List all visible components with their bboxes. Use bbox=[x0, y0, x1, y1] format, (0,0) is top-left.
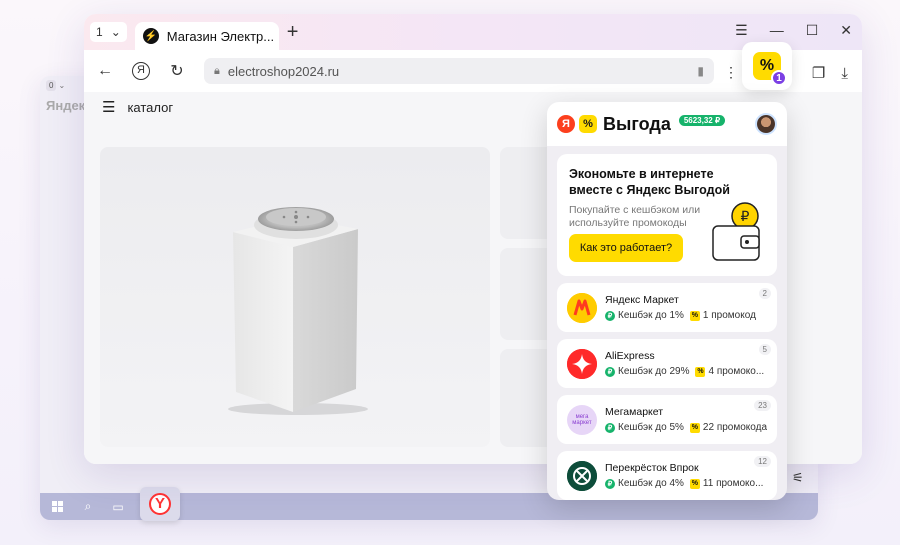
tab-counter-button[interactable]: 1 ⌄ bbox=[90, 22, 127, 42]
count-badge: 5 bbox=[758, 344, 771, 355]
avatar[interactable] bbox=[755, 113, 777, 135]
notification-badge: 1 bbox=[771, 70, 787, 86]
how-it-works-button[interactable]: Как это работает? bbox=[569, 234, 683, 262]
collections-icon[interactable]: ❐ bbox=[812, 64, 825, 82]
settings-sliders-icon[interactable]: ⚟ bbox=[792, 470, 804, 486]
more-vertical-icon[interactable]: ⋮ bbox=[724, 64, 738, 81]
megamarket-logo-icon: мега маркет bbox=[567, 404, 597, 435]
cashback-text: Кешбэк до 29% bbox=[618, 366, 690, 377]
search-icon[interactable]: ⌕ bbox=[80, 499, 96, 515]
balance-badge: 5623,32 ₽ bbox=[678, 114, 726, 126]
promo-code-icon: % bbox=[689, 478, 700, 489]
cashback-icon: ₽ bbox=[605, 422, 615, 433]
promo-card: Экономьте в интернете вместе с Яндекс Вы… bbox=[557, 154, 777, 276]
cashback-text: Кешбэк до 1% bbox=[618, 310, 684, 321]
minimize-icon[interactable]: — bbox=[770, 22, 784, 39]
window-controls: ☰ — ☐ ✕ bbox=[735, 22, 852, 39]
vygoda-percent-icon: % bbox=[579, 115, 597, 133]
new-tab-button[interactable]: + bbox=[287, 21, 299, 44]
vygoda-logo-icon: % 1 bbox=[753, 52, 787, 86]
cashback-text: Кешбэк до 5% bbox=[618, 422, 684, 433]
catalog-menu[interactable]: ☰ каталог bbox=[102, 98, 173, 116]
shop-name: Перекрёсток Впрок bbox=[605, 462, 699, 474]
perekrestok-logo-icon bbox=[567, 460, 597, 491]
toolbar-icons: ❐ ⤓ bbox=[812, 64, 848, 83]
reload-icon[interactable]: ↻ bbox=[168, 61, 186, 81]
tab-title: Магазин Электр... bbox=[166, 28, 275, 44]
background-tab-counter[interactable]: 0 ⌄ bbox=[46, 80, 65, 91]
promo-code-icon: % bbox=[689, 422, 700, 433]
menu-icon[interactable]: ☰ bbox=[735, 22, 748, 39]
shop-name: Мегамаркет bbox=[605, 406, 664, 418]
shop-name: Яндекс Маркет bbox=[605, 294, 679, 306]
product-image-card[interactable] bbox=[100, 147, 490, 447]
maximize-icon[interactable]: ☐ bbox=[806, 22, 819, 39]
svg-text:₽: ₽ bbox=[741, 208, 750, 224]
background-tab-count: 0 bbox=[46, 80, 57, 91]
cashback-icon: ₽ bbox=[605, 478, 615, 489]
smart-speaker-image bbox=[228, 207, 368, 415]
chevron-down-icon: ⌄ bbox=[58, 81, 66, 90]
promo-text: 22 промокода bbox=[702, 422, 767, 433]
yandex-market-logo-icon bbox=[567, 292, 597, 323]
hamburger-icon: ☰ bbox=[102, 99, 116, 116]
cashback-icon: ₽ bbox=[605, 366, 615, 377]
aliexpress-logo-icon bbox=[567, 348, 597, 379]
promo-text: 11 промоко... bbox=[702, 478, 764, 489]
popup-header: Я % Выгода 5623,32 ₽ bbox=[547, 102, 787, 146]
bookmark-icon[interactable]: ▮ bbox=[697, 64, 704, 78]
url-text: electroshop2024.ru bbox=[227, 63, 340, 79]
shop-name: AliExpress bbox=[605, 350, 655, 362]
cashback-icon: ₽ bbox=[605, 310, 615, 321]
tab-count: 1 bbox=[96, 25, 103, 39]
cashback-text: Кешбэк до 4% bbox=[618, 478, 684, 489]
close-window-icon[interactable]: ✕ bbox=[840, 22, 852, 39]
lightning-icon: ⚡ bbox=[142, 28, 159, 44]
url-field[interactable]: 🔒︎ electroshop2024.ru ▮ bbox=[204, 58, 714, 84]
promo-headline: Экономьте в интернете вместе с Яндекс Вы… bbox=[569, 167, 730, 197]
popup-title: Выгода bbox=[603, 113, 671, 134]
chevron-down-icon: ⌄ bbox=[110, 25, 121, 39]
count-badge: 12 bbox=[754, 456, 771, 467]
shop-card-yandex-market[interactable]: Яндекс Маркет ₽ Кешбэк до 1% % 1 промокод … bbox=[557, 283, 777, 332]
promo-code-icon: % bbox=[695, 366, 706, 377]
count-badge: 23 bbox=[754, 400, 771, 411]
back-arrow-icon[interactable]: ← bbox=[96, 62, 114, 80]
shop-card-megamarket[interactable]: мега маркет Мегамаркет ₽ Кешбэк до 5% % 22… bbox=[557, 395, 777, 444]
count-badge: 2 bbox=[758, 288, 771, 299]
promo-text: 4 промоко... bbox=[708, 366, 765, 377]
yandex-browser-taskbar-button[interactable]: Y bbox=[140, 486, 180, 521]
download-icon[interactable]: ⤓ bbox=[841, 65, 848, 82]
promo-text: 1 промокод bbox=[702, 310, 756, 321]
shop-card-perekrestok-vprok[interactable]: Перекрёсток Впрок ₽ Кешбэк до 4% % 11 пром… bbox=[557, 451, 777, 500]
task-view-icon[interactable]: ▭ bbox=[110, 499, 126, 515]
promo-subtext: Покупайте с кешбэком или используйте про… bbox=[569, 204, 701, 229]
yandex-logo-icon: Я bbox=[557, 115, 575, 133]
vygoda-extension-button[interactable]: % 1 bbox=[742, 42, 792, 90]
lock-icon: 🔒︎ bbox=[214, 64, 220, 77]
megamarket-logo-text: мега маркет bbox=[572, 413, 592, 426]
yandex-logo-icon[interactable]: Я bbox=[132, 62, 150, 80]
vygoda-popup: Я % Выгода 5623,32 ₽ Экономьте в интерне… bbox=[547, 102, 787, 500]
catalog-label: каталог bbox=[127, 99, 174, 115]
yandex-browser-icon: Y bbox=[149, 492, 171, 515]
windows-start-icon[interactable] bbox=[50, 499, 66, 515]
promo-code-icon: % bbox=[689, 310, 700, 321]
shop-card-aliexpress[interactable]: AliExpress ₽ Кешбэк до 29% % 4 промоко... … bbox=[557, 339, 777, 388]
tab-active[interactable]: ⚡ Магазин Электр... ✕ bbox=[134, 22, 279, 50]
wallet-illustration-icon: ₽ bbox=[712, 202, 760, 261]
